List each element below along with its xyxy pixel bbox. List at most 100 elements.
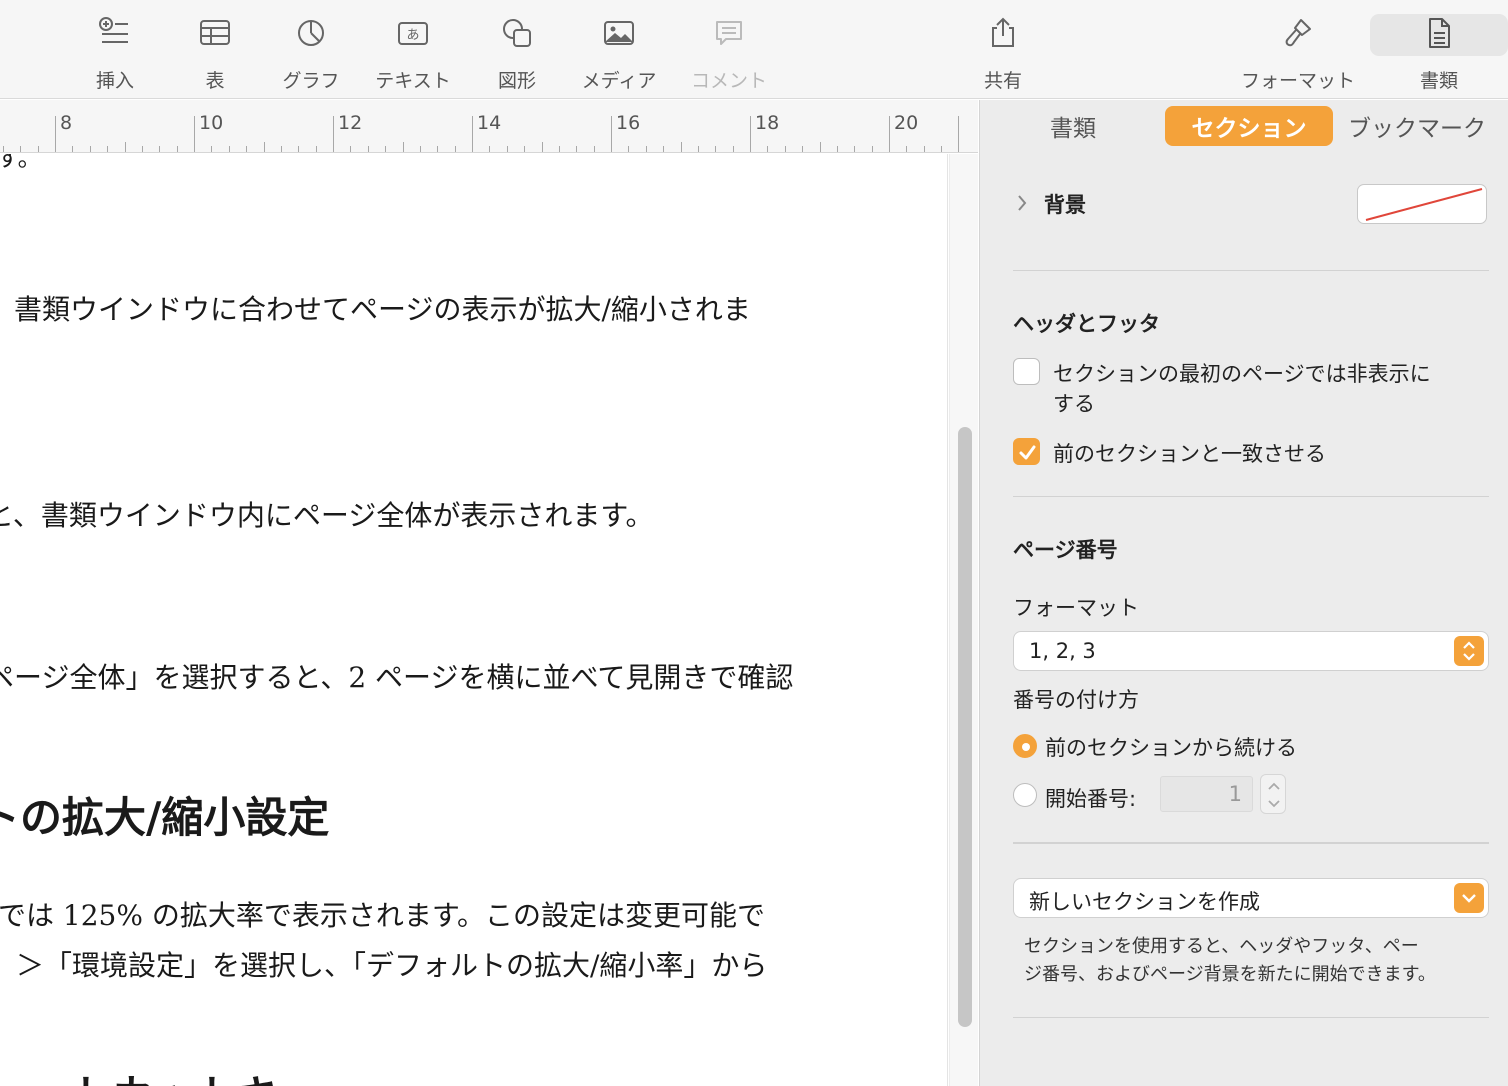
chevron-right-icon[interactable] bbox=[1013, 192, 1031, 214]
tab-section[interactable]: セクション bbox=[1165, 106, 1333, 146]
ruler-tick bbox=[489, 146, 491, 152]
ruler[interactable]: 8 10 12 14 16 18 20 bbox=[0, 100, 978, 153]
toolbar: 挿入 表 グラフ あ テキスト 図形 メディア コメント 共有 フォーマット 書… bbox=[0, 0, 1508, 99]
share-icon bbox=[992, 17, 1014, 47]
continue-previous-radio[interactable] bbox=[1013, 734, 1037, 758]
share-button[interactable]: 共有 bbox=[948, 16, 1058, 96]
new-section-popup[interactable]: 新しいセクションを作成 bbox=[1013, 878, 1489, 918]
continue-previous-label: 前のセクションから続ける bbox=[1045, 736, 1297, 760]
photo-icon bbox=[604, 21, 634, 45]
body-line-1: 書類ウインドウに合わせてページの表示が拡大/縮小されま bbox=[14, 293, 751, 326]
document-button[interactable]: 書類 bbox=[1370, 14, 1508, 96]
comment-label: コメント bbox=[690, 70, 767, 92]
ruler-tick bbox=[802, 146, 804, 152]
hide-on-first-page-label-2: する bbox=[1053, 392, 1095, 416]
format-label: フォーマット bbox=[1013, 596, 1139, 620]
ruler-tick bbox=[159, 146, 161, 152]
ruler-tick bbox=[680, 142, 682, 152]
background-color-well[interactable] bbox=[1357, 184, 1487, 224]
ruler-number: 8 bbox=[60, 112, 73, 134]
body-line-4: では 125% の拡大率で表示されます。この設定は変更可能で bbox=[0, 899, 766, 932]
ruler-tick bbox=[923, 146, 925, 152]
chart-button[interactable]: グラフ bbox=[256, 16, 366, 96]
document-label: 書類 bbox=[1419, 70, 1458, 92]
insert-button[interactable]: 挿入 bbox=[60, 16, 170, 96]
chevron-up-down-icon bbox=[1463, 641, 1475, 661]
ruler-tick bbox=[819, 142, 821, 152]
body-line-2: と、書類ウインドウ内にページ全体が表示されます。 bbox=[0, 499, 654, 532]
document-canvas[interactable]: す。 書類ウインドウに合わせてページの表示が拡大/縮小されま と、書類ウインドウ… bbox=[0, 154, 948, 1086]
start-at-label: 開始番号: bbox=[1045, 787, 1137, 811]
ruler-tick bbox=[558, 146, 560, 152]
ruler-tick bbox=[89, 146, 91, 152]
ruler-tick bbox=[506, 146, 508, 152]
ruler-tick bbox=[315, 146, 317, 152]
page-number-format-popup[interactable]: 1, 2, 3 bbox=[1013, 631, 1489, 671]
ruler-tick bbox=[176, 146, 178, 152]
ruler-tick bbox=[194, 116, 195, 152]
shape-button[interactable]: 図形 bbox=[462, 16, 572, 96]
divider bbox=[1013, 270, 1489, 271]
ruler-tick bbox=[72, 146, 74, 152]
help-text-line-2: ジ番号、およびページ背景を新たに開始できます。 bbox=[1024, 964, 1436, 985]
ruler-tick bbox=[228, 146, 230, 152]
ruler-number: 18 bbox=[755, 112, 780, 134]
ruler-number: 12 bbox=[338, 112, 363, 134]
ruler-tick bbox=[628, 146, 630, 152]
ruler-number: 16 bbox=[616, 112, 641, 134]
shape-label: 図形 bbox=[497, 70, 536, 92]
ruler-tick bbox=[732, 146, 734, 152]
hide-on-first-page-checkbox[interactable] bbox=[1013, 358, 1040, 385]
ruler-tick bbox=[367, 146, 369, 152]
comment-icon bbox=[716, 21, 742, 45]
divider bbox=[1013, 496, 1489, 497]
document-scrollbar[interactable] bbox=[949, 154, 978, 1086]
match-previous-checkbox[interactable] bbox=[1013, 438, 1040, 465]
ruler-tick bbox=[836, 146, 838, 152]
start-at-stepper[interactable] bbox=[1260, 774, 1286, 814]
chart-pie-icon bbox=[298, 20, 324, 46]
media-label: メディア bbox=[581, 70, 657, 92]
tab-document[interactable]: 書類 bbox=[998, 106, 1148, 146]
table-button[interactable]: 表 bbox=[160, 16, 270, 96]
numbering-label: 番号の付け方 bbox=[1013, 688, 1139, 712]
ruler-tick bbox=[350, 146, 352, 152]
ruler-tick bbox=[889, 116, 890, 152]
ruler-tick bbox=[37, 146, 39, 152]
page-number-format-value: 1, 2, 3 bbox=[1029, 639, 1096, 663]
share-label: 共有 bbox=[983, 70, 1022, 92]
new-section-label: 新しいセクションを作成 bbox=[1029, 890, 1260, 914]
ruler-tick bbox=[767, 146, 769, 152]
ruler-tick bbox=[402, 142, 404, 152]
ruler-tick bbox=[593, 146, 595, 152]
format-label: フォーマット bbox=[1240, 70, 1355, 92]
ruler-tick bbox=[55, 116, 56, 152]
shape-icon bbox=[503, 19, 531, 47]
page-number-title: ページ番号 bbox=[1013, 538, 1118, 562]
start-at-number-field[interactable]: 1 bbox=[1160, 776, 1253, 812]
match-previous-label: 前のセクションと一致させる bbox=[1053, 442, 1326, 466]
ruler-tick bbox=[906, 146, 908, 152]
text-button[interactable]: あ テキスト bbox=[358, 16, 468, 96]
tab-bookmark[interactable]: ブックマーク bbox=[1348, 106, 1508, 146]
ruler-tick bbox=[697, 146, 699, 152]
chart-label: グラフ bbox=[282, 70, 340, 92]
format-button[interactable]: フォーマット bbox=[1241, 16, 1355, 96]
ruler-margin-marker[interactable] bbox=[958, 116, 959, 152]
svg-text:あ: あ bbox=[406, 28, 419, 43]
ruler-tick bbox=[524, 146, 526, 152]
ruler-tick bbox=[20, 146, 22, 152]
ruler-number: 20 bbox=[894, 112, 919, 134]
ruler-tick bbox=[645, 146, 647, 152]
scrollbar-thumb[interactable] bbox=[958, 427, 972, 1027]
popup-arrow bbox=[1454, 883, 1484, 913]
no-fill-slash-icon bbox=[1365, 188, 1483, 221]
media-button[interactable]: メディア bbox=[564, 16, 674, 96]
start-at-radio[interactable] bbox=[1013, 783, 1037, 807]
ruler-tick bbox=[298, 146, 300, 152]
ruler-tick bbox=[750, 116, 751, 152]
table-label: 表 bbox=[205, 70, 225, 92]
ruler-number: 14 bbox=[477, 112, 502, 134]
ruler-tick bbox=[246, 146, 248, 152]
comment-button[interactable]: コメント bbox=[674, 16, 784, 96]
